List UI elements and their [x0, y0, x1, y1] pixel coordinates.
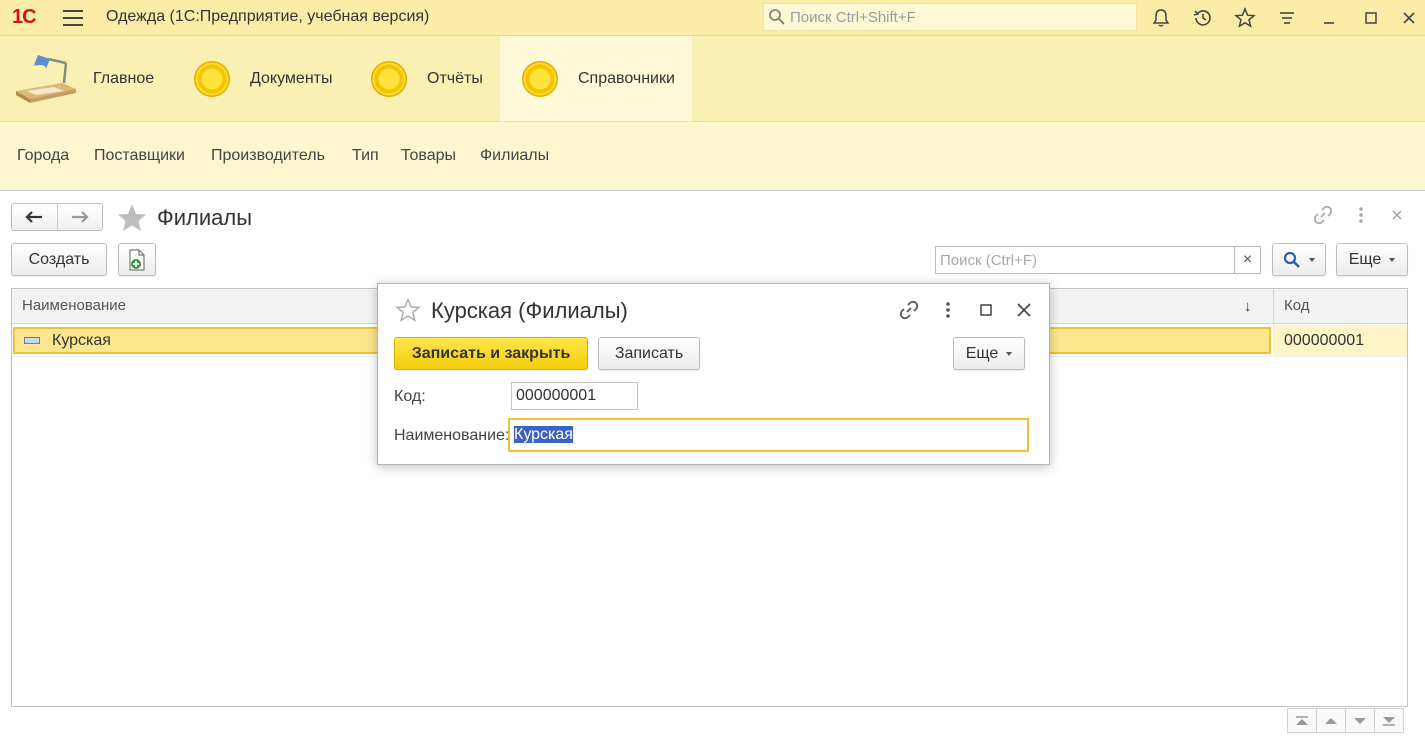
section-label: Справочники	[578, 69, 675, 87]
notifications-bell-icon[interactable]	[1148, 5, 1174, 31]
history-icon[interactable]	[1190, 5, 1216, 31]
dropdown-caret-icon	[1006, 351, 1013, 356]
name-field-value: Курская	[514, 426, 573, 443]
save-and-close-button[interactable]: Записать и закрыть	[394, 337, 588, 370]
favorites-star-icon[interactable]	[1232, 5, 1258, 31]
more-button[interactable]: Еще	[1336, 243, 1408, 276]
code-label: Код:	[394, 388, 426, 405]
forward-arrow-icon[interactable]	[56, 204, 102, 230]
list-search-input[interactable]	[940, 250, 1232, 270]
list-search-box[interactable]: ×	[935, 246, 1261, 274]
name-field[interactable]: Курская	[508, 418, 1029, 452]
list-form-header: Филиалы	[0, 192, 1425, 242]
copy-item-button[interactable]	[118, 243, 156, 276]
create-button[interactable]: Создать	[11, 243, 107, 276]
nav-item-branches[interactable]: Филиалы	[480, 147, 549, 165]
more-actions-dots-icon[interactable]	[1351, 204, 1371, 226]
back-arrow-icon[interactable]	[12, 204, 57, 230]
code-field-value: 000000001	[516, 387, 597, 404]
nav-item-manufacturer[interactable]: Производитель	[211, 147, 325, 165]
section-label: Документы	[250, 69, 333, 87]
scroll-to-bottom-icon[interactable]	[1374, 708, 1404, 733]
scroll-to-top-icon[interactable]	[1287, 708, 1317, 733]
list-form-title: Филиалы	[157, 205, 253, 230]
code-field[interactable]: 000000001	[511, 382, 638, 410]
more-actions-dots-icon[interactable]	[938, 299, 958, 321]
item-form-title: Курская (Филиалы)	[431, 298, 628, 323]
more-button-label: Еще	[965, 344, 999, 362]
sort-arrow-icon[interactable]: ↓	[1244, 298, 1252, 315]
section-label: Отчёты	[427, 69, 483, 87]
catalog-item-icon	[24, 337, 40, 344]
global-search-input[interactable]	[790, 7, 1130, 27]
clear-search-icon[interactable]: ×	[1234, 247, 1260, 273]
section-main[interactable]: Главное	[14, 36, 174, 121]
nav-item-suppliers[interactable]: Поставщики	[94, 147, 185, 165]
dropdown-caret-icon	[1389, 257, 1396, 262]
section-catalogs[interactable]: Справочники	[500, 36, 692, 121]
app-title: Одежда (1С:Предприятие, учебная версия)	[106, 8, 430, 25]
1c-logo: 1С	[12, 6, 37, 28]
column-header-code[interactable]: Код	[1284, 297, 1310, 314]
favorite-star-outline-icon[interactable]	[395, 298, 421, 322]
close-window-icon[interactable]	[1396, 5, 1422, 31]
search-options-button[interactable]	[1272, 243, 1326, 276]
list-scroll-buttons	[1287, 708, 1404, 733]
minimize-window-icon[interactable]	[1316, 5, 1342, 31]
coin-icon	[522, 60, 558, 97]
maximize-window-icon[interactable]	[1358, 5, 1384, 31]
section-documents[interactable]: Документы	[194, 36, 354, 121]
search-icon	[769, 9, 785, 25]
nav-item-cities[interactable]: Города	[17, 147, 69, 165]
navigation-panel: Города Поставщики Производитель Тип Това…	[0, 122, 1425, 191]
title-bar: 1С Одежда (1С:Предприятие, учебная верси…	[0, 0, 1425, 36]
scroll-up-icon[interactable]	[1316, 708, 1346, 733]
document-add-icon	[129, 248, 145, 271]
history-nav-buttons	[11, 203, 103, 231]
row-code-value: 000000001	[1284, 332, 1365, 349]
save-button[interactable]: Записать	[598, 337, 700, 370]
coin-icon	[371, 60, 407, 97]
section-reports[interactable]: Отчёты	[371, 36, 497, 121]
dropdown-caret-icon	[1309, 257, 1315, 262]
link-icon[interactable]	[898, 299, 920, 321]
more-button-label: Еще	[1348, 250, 1382, 268]
name-label: Наименование:	[394, 427, 510, 444]
scroll-down-icon[interactable]	[1345, 708, 1375, 733]
magnifier-icon	[1283, 251, 1300, 268]
coin-icon	[194, 60, 230, 97]
add-to-favorites-star-icon[interactable]	[116, 203, 148, 233]
close-dialog-icon[interactable]	[1015, 301, 1033, 319]
column-header-name[interactable]: Наименование	[22, 297, 126, 314]
hamburger-menu-icon[interactable]	[63, 10, 83, 26]
section-label: Главное	[93, 69, 155, 87]
global-search-box[interactable]	[763, 3, 1137, 31]
sections-panel: Главное Документы Отчёты Справочники	[0, 36, 1425, 122]
row-name-value: Курская	[52, 332, 111, 349]
desk-lamp-icon	[16, 54, 76, 103]
nav-item-goods[interactable]: Товары	[401, 147, 456, 165]
column-separator[interactable]	[1273, 289, 1274, 324]
link-icon[interactable]	[1312, 204, 1334, 226]
maximize-dialog-icon[interactable]	[978, 302, 994, 318]
close-form-icon[interactable]	[1389, 207, 1405, 223]
item-form-dialog: Курская (Филиалы) Записать и закрыть Зап…	[377, 283, 1050, 465]
nav-item-type[interactable]: Тип	[352, 147, 379, 165]
more-button[interactable]: Еще	[953, 337, 1025, 370]
functions-menu-icon[interactable]	[1274, 5, 1300, 31]
